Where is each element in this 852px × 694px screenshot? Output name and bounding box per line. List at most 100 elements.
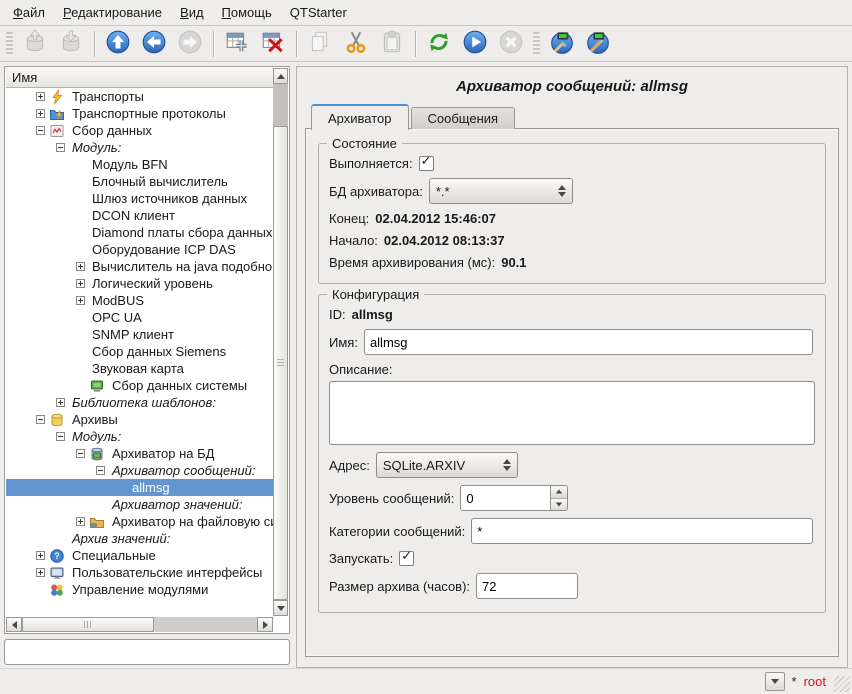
tree-header[interactable]: Имя bbox=[6, 68, 273, 88]
toolbar-handle[interactable] bbox=[6, 32, 13, 56]
tree-body: Транспорты Транспортные протоколы Сбор д… bbox=[6, 88, 273, 616]
expander-plus-icon[interactable] bbox=[36, 568, 45, 577]
go-forward-button[interactable] bbox=[172, 28, 208, 60]
expander-minus-icon[interactable] bbox=[56, 143, 65, 152]
tree-horizontal-scrollbar[interactable] bbox=[6, 617, 273, 632]
tree-item-system-daq[interactable]: Сбор данных системы bbox=[6, 377, 273, 394]
expander-minus-icon[interactable] bbox=[36, 415, 45, 424]
go-up-button[interactable] bbox=[100, 28, 136, 60]
copy-item-button[interactable] bbox=[302, 28, 338, 60]
tree-item[interactable]: Шлюз источников данных bbox=[6, 190, 273, 207]
tree-item[interactable]: Оборудование ICP DAS bbox=[6, 241, 273, 258]
system-icon bbox=[89, 378, 105, 394]
spin-up-icon[interactable] bbox=[551, 486, 567, 499]
scroll-up-icon[interactable] bbox=[273, 68, 288, 84]
delete-item-button[interactable] bbox=[255, 28, 291, 60]
toolbar-handle[interactable] bbox=[533, 32, 540, 56]
page-title: Архиватор сообщений: allmsg bbox=[297, 78, 847, 95]
chevron-down-icon bbox=[771, 679, 779, 684]
tree-item[interactable]: ModBUS bbox=[6, 292, 273, 309]
menu-file[interactable]: Файл bbox=[4, 1, 54, 24]
refresh-button[interactable] bbox=[421, 28, 457, 60]
description-textarea[interactable] bbox=[329, 381, 815, 445]
vertical-scroll-thumb[interactable] bbox=[273, 126, 288, 600]
menu-edit[interactable]: Редактирование bbox=[54, 1, 171, 24]
archive-size-input[interactable] bbox=[476, 573, 578, 599]
archiver-db-combo[interactable]: *.* bbox=[429, 178, 573, 204]
tree-item[interactable]: OPC UA bbox=[6, 309, 273, 326]
spin-down-icon[interactable] bbox=[551, 499, 567, 511]
expander-minus-icon[interactable] bbox=[96, 466, 105, 475]
tree-item-archives[interactable]: Архивы bbox=[6, 411, 273, 428]
add-item-button[interactable] bbox=[219, 28, 255, 60]
tree-item[interactable]: Модуль BFN bbox=[6, 156, 273, 173]
tree-item-module-group[interactable]: Модуль: bbox=[6, 428, 273, 445]
tree-item-template-lib[interactable]: Библиотека шаблонов: bbox=[6, 394, 273, 411]
qtstarter-tools-button[interactable] bbox=[580, 28, 616, 60]
tree-item[interactable]: Звуковая карта bbox=[6, 360, 273, 377]
tree-item[interactable]: Diamond платы сбора данных bbox=[6, 224, 273, 241]
go-back-button[interactable] bbox=[136, 28, 172, 60]
qtstarter-config-button[interactable] bbox=[544, 28, 580, 60]
expander-plus-icon[interactable] bbox=[56, 398, 65, 407]
message-level-input[interactable] bbox=[461, 486, 550, 510]
load-from-db-button[interactable] bbox=[17, 28, 53, 60]
menu-help[interactable]: Помощь bbox=[213, 1, 281, 24]
expander-plus-icon[interactable] bbox=[76, 517, 85, 526]
tree-item-val-archive[interactable]: Архив значений: bbox=[6, 530, 273, 547]
message-level-spinbox[interactable] bbox=[460, 485, 568, 511]
tree-item-transports[interactable]: Транспорты bbox=[6, 88, 273, 105]
expander-plus-icon[interactable] bbox=[76, 262, 85, 271]
tree-item-msg-archivers[interactable]: Архиватор сообщений: bbox=[6, 462, 273, 479]
running-checkbox[interactable] bbox=[419, 156, 434, 171]
start-button[interactable] bbox=[457, 28, 493, 60]
expander-plus-icon[interactable] bbox=[36, 92, 45, 101]
tree-item-daq[interactable]: Сбор данных bbox=[6, 122, 273, 139]
tree-item[interactable]: SNMP клиент bbox=[6, 326, 273, 343]
resize-grip[interactable] bbox=[834, 676, 850, 692]
tree-filter-input[interactable] bbox=[4, 639, 290, 665]
spin-buttons[interactable] bbox=[550, 486, 567, 510]
horizontal-scroll-thumb[interactable] bbox=[22, 617, 154, 632]
tree-item-allmsg[interactable]: allmsg bbox=[6, 479, 273, 496]
tree-item-protocols[interactable]: Транспортные протоколы bbox=[6, 105, 273, 122]
tree-item-db-archiver[interactable]: Архиватор на БД bbox=[6, 445, 273, 462]
stop-button[interactable] bbox=[493, 28, 529, 60]
tree-item[interactable]: Блочный вычислитель bbox=[6, 173, 273, 190]
tree-item[interactable]: Логический уровень bbox=[6, 275, 273, 292]
expander-plus-icon[interactable] bbox=[76, 296, 85, 305]
scroll-down-icon[interactable] bbox=[273, 600, 288, 616]
menu-view[interactable]: Вид bbox=[171, 1, 213, 24]
expander-plus-icon[interactable] bbox=[76, 279, 85, 288]
current-user-label[interactable]: root bbox=[804, 674, 826, 689]
tab-messages[interactable]: Сообщения bbox=[411, 107, 516, 129]
expander-minus-icon[interactable] bbox=[56, 432, 65, 441]
tree-item-user-interfaces[interactable]: Пользовательские интерфейсы bbox=[6, 564, 273, 581]
to-start-checkbox[interactable] bbox=[399, 551, 414, 566]
tab-archiver[interactable]: Архиватор bbox=[311, 104, 409, 130]
tree-item-fs-archiver[interactable]: Архиватор на файловую си bbox=[6, 513, 273, 530]
expander-minus-icon[interactable] bbox=[36, 126, 45, 135]
tree-item-module-control[interactable]: Управление модулями bbox=[6, 581, 273, 598]
cut-item-button[interactable] bbox=[338, 28, 374, 60]
tree-item-specials[interactable]: ?Специальные bbox=[6, 547, 273, 564]
user-dropdown-button[interactable] bbox=[765, 672, 785, 691]
tree-item-val-archivers[interactable]: Архиватор значений: bbox=[6, 496, 273, 513]
paste-item-button[interactable] bbox=[374, 28, 410, 60]
name-input[interactable] bbox=[364, 329, 813, 355]
save-to-db-button[interactable] bbox=[53, 28, 89, 60]
address-combo[interactable]: SQLite.ARXIV bbox=[376, 452, 518, 478]
expander-plus-icon[interactable] bbox=[36, 551, 45, 560]
tree-item[interactable]: Сбор данных Siemens bbox=[6, 343, 273, 360]
expander-plus-icon[interactable] bbox=[36, 109, 45, 118]
tree-item[interactable]: DCON клиент bbox=[6, 207, 273, 224]
tree-vertical-scrollbar[interactable] bbox=[273, 68, 288, 616]
scroll-left-icon[interactable] bbox=[6, 617, 22, 632]
message-categories-input[interactable] bbox=[471, 518, 813, 544]
tree-item[interactable]: Вычислитель на java подобном bbox=[6, 258, 273, 275]
menu-qtstarter[interactable]: QTStarter bbox=[281, 1, 356, 24]
scroll-right-icon[interactable] bbox=[257, 617, 273, 632]
modified-mark: * bbox=[792, 674, 797, 689]
tree-item-module-group[interactable]: Модуль: bbox=[6, 139, 273, 156]
expander-minus-icon[interactable] bbox=[76, 449, 85, 458]
